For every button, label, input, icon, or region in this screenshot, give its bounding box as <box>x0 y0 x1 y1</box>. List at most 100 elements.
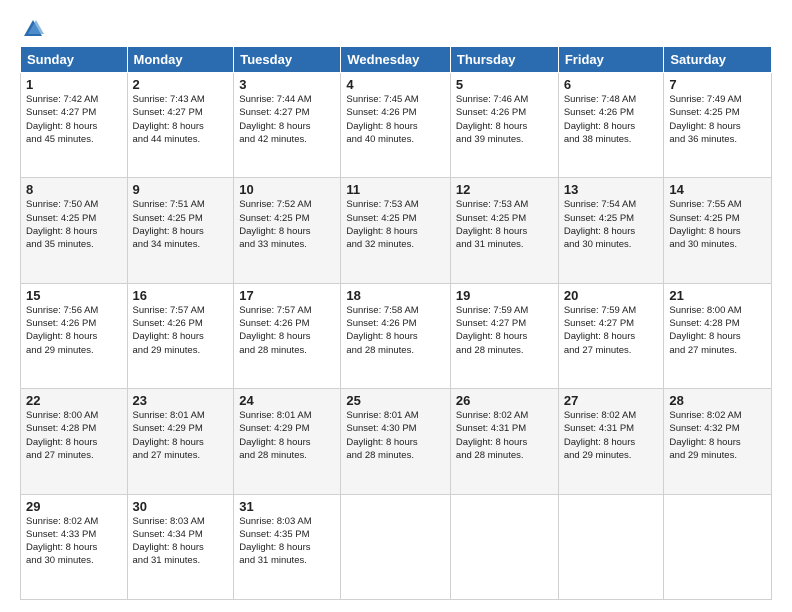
day-info: Sunrise: 7:46 AM Sunset: 4:26 PM Dayligh… <box>456 93 553 146</box>
day-info: Sunrise: 8:00 AM Sunset: 4:28 PM Dayligh… <box>26 409 122 462</box>
day-number: 31 <box>239 499 335 514</box>
day-number: 7 <box>669 77 766 92</box>
calendar-cell: 22Sunrise: 8:00 AM Sunset: 4:28 PM Dayli… <box>21 389 128 494</box>
day-number: 11 <box>346 182 445 197</box>
day-number: 27 <box>564 393 659 408</box>
day-number: 14 <box>669 182 766 197</box>
day-info: Sunrise: 8:02 AM Sunset: 4:31 PM Dayligh… <box>564 409 659 462</box>
calendar-cell: 2Sunrise: 7:43 AM Sunset: 4:27 PM Daylig… <box>127 73 234 178</box>
day-info: Sunrise: 7:43 AM Sunset: 4:27 PM Dayligh… <box>133 93 229 146</box>
calendar-cell: 4Sunrise: 7:45 AM Sunset: 4:26 PM Daylig… <box>341 73 451 178</box>
calendar-cell: 13Sunrise: 7:54 AM Sunset: 4:25 PM Dayli… <box>558 178 664 283</box>
calendar-cell: 1Sunrise: 7:42 AM Sunset: 4:27 PM Daylig… <box>21 73 128 178</box>
day-info: Sunrise: 7:45 AM Sunset: 4:26 PM Dayligh… <box>346 93 445 146</box>
day-info: Sunrise: 8:02 AM Sunset: 4:32 PM Dayligh… <box>669 409 766 462</box>
day-info: Sunrise: 7:58 AM Sunset: 4:26 PM Dayligh… <box>346 304 445 357</box>
calendar-cell: 14Sunrise: 7:55 AM Sunset: 4:25 PM Dayli… <box>664 178 772 283</box>
day-number: 1 <box>26 77 122 92</box>
calendar-cell: 9Sunrise: 7:51 AM Sunset: 4:25 PM Daylig… <box>127 178 234 283</box>
calendar-week-5: 29Sunrise: 8:02 AM Sunset: 4:33 PM Dayli… <box>21 494 772 599</box>
day-number: 8 <box>26 182 122 197</box>
calendar-cell: 17Sunrise: 7:57 AM Sunset: 4:26 PM Dayli… <box>234 283 341 388</box>
calendar-cell: 19Sunrise: 7:59 AM Sunset: 4:27 PM Dayli… <box>450 283 558 388</box>
day-info: Sunrise: 7:52 AM Sunset: 4:25 PM Dayligh… <box>239 198 335 251</box>
day-info: Sunrise: 7:53 AM Sunset: 4:25 PM Dayligh… <box>346 198 445 251</box>
calendar-cell: 31Sunrise: 8:03 AM Sunset: 4:35 PM Dayli… <box>234 494 341 599</box>
page: SundayMondayTuesdayWednesdayThursdayFrid… <box>0 0 792 612</box>
calendar-cell: 26Sunrise: 8:02 AM Sunset: 4:31 PM Dayli… <box>450 389 558 494</box>
calendar-cell: 10Sunrise: 7:52 AM Sunset: 4:25 PM Dayli… <box>234 178 341 283</box>
day-number: 15 <box>26 288 122 303</box>
day-number: 4 <box>346 77 445 92</box>
calendar-cell: 28Sunrise: 8:02 AM Sunset: 4:32 PM Dayli… <box>664 389 772 494</box>
day-number: 22 <box>26 393 122 408</box>
calendar-cell: 11Sunrise: 7:53 AM Sunset: 4:25 PM Dayli… <box>341 178 451 283</box>
calendar-week-4: 22Sunrise: 8:00 AM Sunset: 4:28 PM Dayli… <box>21 389 772 494</box>
day-info: Sunrise: 8:01 AM Sunset: 4:30 PM Dayligh… <box>346 409 445 462</box>
logo <box>20 18 44 36</box>
day-number: 26 <box>456 393 553 408</box>
calendar-cell <box>341 494 451 599</box>
day-info: Sunrise: 7:54 AM Sunset: 4:25 PM Dayligh… <box>564 198 659 251</box>
calendar-cell <box>664 494 772 599</box>
day-info: Sunrise: 7:53 AM Sunset: 4:25 PM Dayligh… <box>456 198 553 251</box>
calendar-cell: 20Sunrise: 7:59 AM Sunset: 4:27 PM Dayli… <box>558 283 664 388</box>
day-info: Sunrise: 7:57 AM Sunset: 4:26 PM Dayligh… <box>239 304 335 357</box>
day-info: Sunrise: 7:50 AM Sunset: 4:25 PM Dayligh… <box>26 198 122 251</box>
calendar-cell: 23Sunrise: 8:01 AM Sunset: 4:29 PM Dayli… <box>127 389 234 494</box>
day-number: 24 <box>239 393 335 408</box>
calendar-header-monday: Monday <box>127 47 234 73</box>
day-info: Sunrise: 7:42 AM Sunset: 4:27 PM Dayligh… <box>26 93 122 146</box>
day-number: 23 <box>133 393 229 408</box>
calendar-cell: 8Sunrise: 7:50 AM Sunset: 4:25 PM Daylig… <box>21 178 128 283</box>
day-info: Sunrise: 8:00 AM Sunset: 4:28 PM Dayligh… <box>669 304 766 357</box>
day-number: 29 <box>26 499 122 514</box>
calendar-cell: 21Sunrise: 8:00 AM Sunset: 4:28 PM Dayli… <box>664 283 772 388</box>
calendar-header-sunday: Sunday <box>21 47 128 73</box>
calendar-cell: 16Sunrise: 7:57 AM Sunset: 4:26 PM Dayli… <box>127 283 234 388</box>
calendar-header-saturday: Saturday <box>664 47 772 73</box>
calendar-cell: 6Sunrise: 7:48 AM Sunset: 4:26 PM Daylig… <box>558 73 664 178</box>
calendar-header-thursday: Thursday <box>450 47 558 73</box>
calendar-cell: 25Sunrise: 8:01 AM Sunset: 4:30 PM Dayli… <box>341 389 451 494</box>
day-info: Sunrise: 8:03 AM Sunset: 4:34 PM Dayligh… <box>133 515 229 568</box>
day-number: 21 <box>669 288 766 303</box>
calendar-cell: 5Sunrise: 7:46 AM Sunset: 4:26 PM Daylig… <box>450 73 558 178</box>
day-number: 20 <box>564 288 659 303</box>
calendar-cell: 27Sunrise: 8:02 AM Sunset: 4:31 PM Dayli… <box>558 389 664 494</box>
day-number: 28 <box>669 393 766 408</box>
day-info: Sunrise: 7:59 AM Sunset: 4:27 PM Dayligh… <box>456 304 553 357</box>
day-number: 13 <box>564 182 659 197</box>
header <box>20 18 772 36</box>
day-number: 5 <box>456 77 553 92</box>
calendar-header-row: SundayMondayTuesdayWednesdayThursdayFrid… <box>21 47 772 73</box>
day-info: Sunrise: 8:03 AM Sunset: 4:35 PM Dayligh… <box>239 515 335 568</box>
day-info: Sunrise: 7:55 AM Sunset: 4:25 PM Dayligh… <box>669 198 766 251</box>
calendar-cell: 29Sunrise: 8:02 AM Sunset: 4:33 PM Dayli… <box>21 494 128 599</box>
day-number: 16 <box>133 288 229 303</box>
day-info: Sunrise: 7:44 AM Sunset: 4:27 PM Dayligh… <box>239 93 335 146</box>
day-info: Sunrise: 7:56 AM Sunset: 4:26 PM Dayligh… <box>26 304 122 357</box>
calendar-table: SundayMondayTuesdayWednesdayThursdayFrid… <box>20 46 772 600</box>
day-number: 6 <box>564 77 659 92</box>
day-info: Sunrise: 7:49 AM Sunset: 4:25 PM Dayligh… <box>669 93 766 146</box>
day-number: 30 <box>133 499 229 514</box>
calendar-week-3: 15Sunrise: 7:56 AM Sunset: 4:26 PM Dayli… <box>21 283 772 388</box>
day-number: 9 <box>133 182 229 197</box>
day-number: 25 <box>346 393 445 408</box>
calendar-week-1: 1Sunrise: 7:42 AM Sunset: 4:27 PM Daylig… <box>21 73 772 178</box>
calendar-cell: 12Sunrise: 7:53 AM Sunset: 4:25 PM Dayli… <box>450 178 558 283</box>
day-info: Sunrise: 8:01 AM Sunset: 4:29 PM Dayligh… <box>239 409 335 462</box>
calendar-header-wednesday: Wednesday <box>341 47 451 73</box>
day-info: Sunrise: 7:48 AM Sunset: 4:26 PM Dayligh… <box>564 93 659 146</box>
calendar-cell: 3Sunrise: 7:44 AM Sunset: 4:27 PM Daylig… <box>234 73 341 178</box>
day-info: Sunrise: 8:02 AM Sunset: 4:31 PM Dayligh… <box>456 409 553 462</box>
calendar-week-2: 8Sunrise: 7:50 AM Sunset: 4:25 PM Daylig… <box>21 178 772 283</box>
calendar-header-friday: Friday <box>558 47 664 73</box>
day-number: 17 <box>239 288 335 303</box>
day-info: Sunrise: 8:01 AM Sunset: 4:29 PM Dayligh… <box>133 409 229 462</box>
day-info: Sunrise: 7:59 AM Sunset: 4:27 PM Dayligh… <box>564 304 659 357</box>
day-number: 2 <box>133 77 229 92</box>
calendar-cell: 7Sunrise: 7:49 AM Sunset: 4:25 PM Daylig… <box>664 73 772 178</box>
day-number: 10 <box>239 182 335 197</box>
